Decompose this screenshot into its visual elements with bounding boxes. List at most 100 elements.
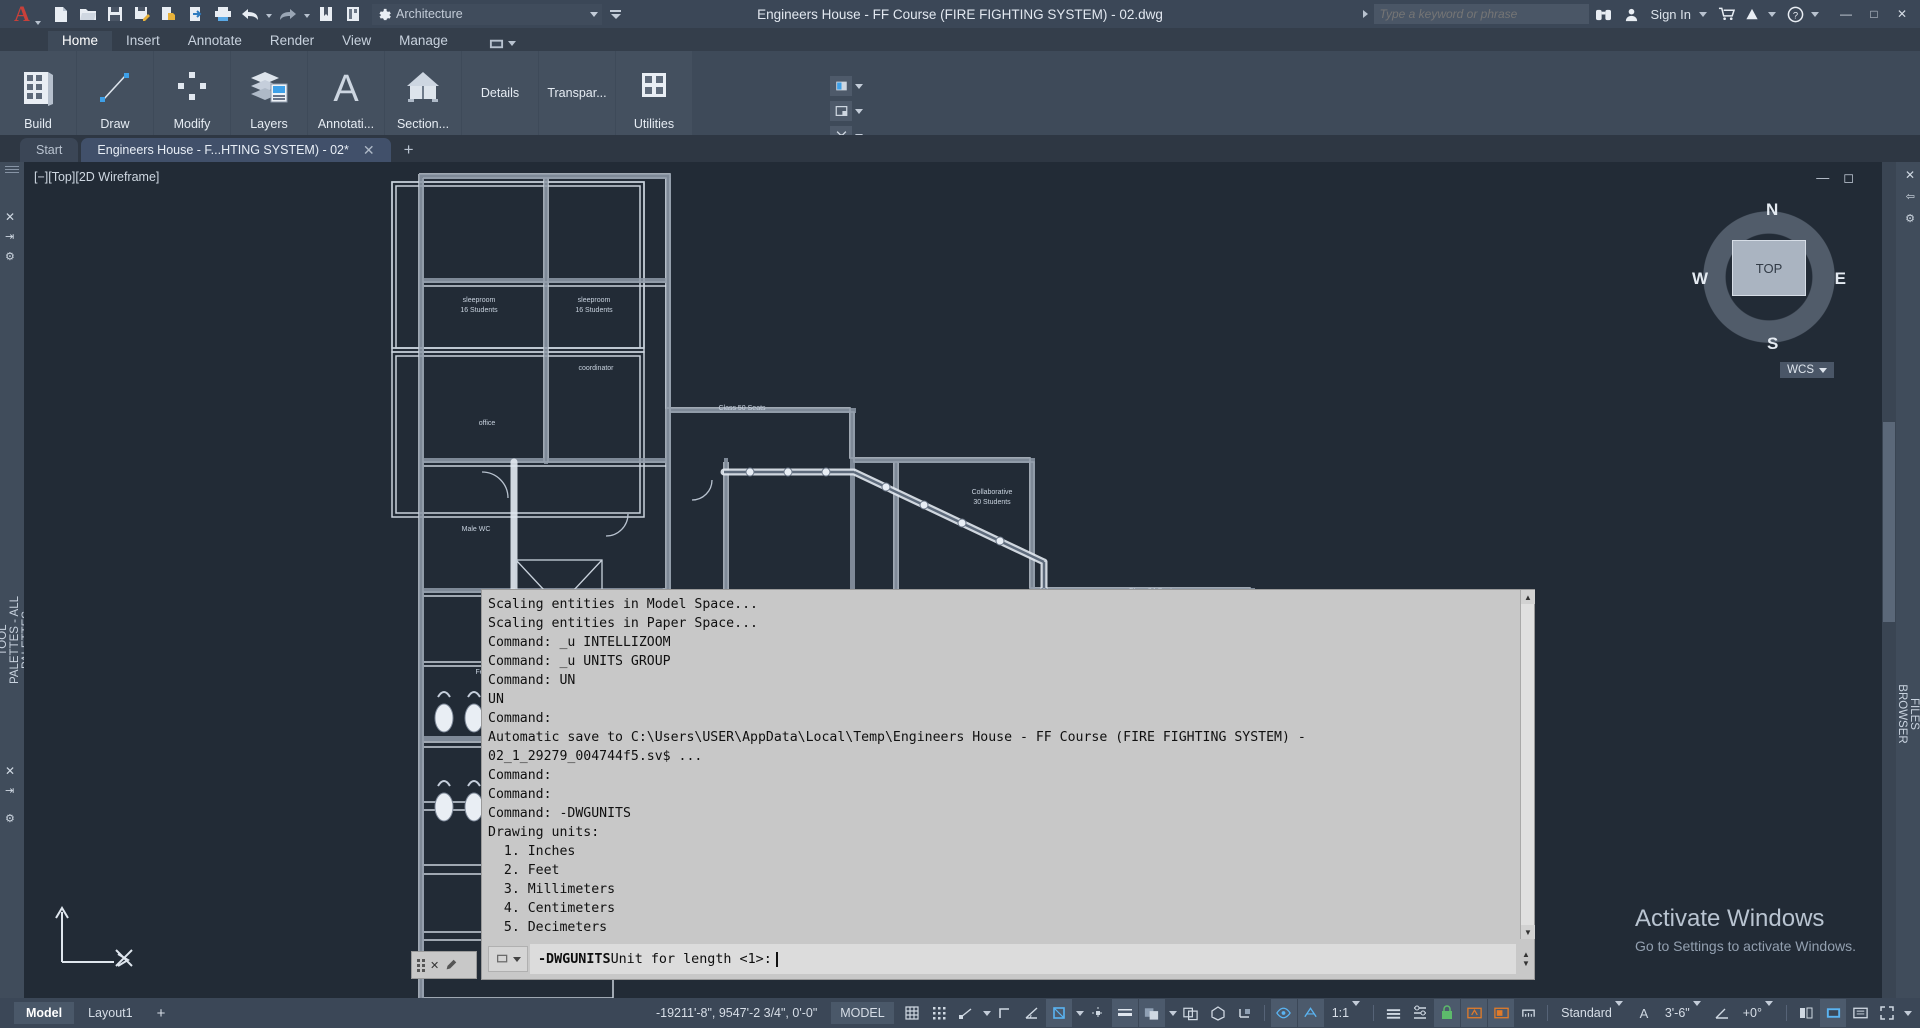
vertical-scrollbar-thumb[interactable]: [1883, 422, 1895, 622]
customization-icon[interactable]: [1407, 999, 1433, 1027]
isolate-icon[interactable]: [1793, 999, 1819, 1027]
tab-manage[interactable]: Manage: [385, 31, 462, 51]
angle-value[interactable]: +0°: [1736, 1001, 1780, 1020]
tab-view[interactable]: View: [328, 31, 385, 51]
palette-properties-icon[interactable]: ⚙: [5, 250, 15, 263]
autocad-logo-button[interactable]: A: [0, 0, 44, 28]
close-icon[interactable]: ✕: [430, 959, 439, 972]
layout1-tab[interactable]: Layout1: [76, 1002, 144, 1024]
customize-icon[interactable]: [444, 958, 458, 972]
compass-south-label[interactable]: S: [1767, 334, 1778, 354]
panel-draw[interactable]: Draw: [77, 51, 153, 135]
chevron-down-icon[interactable]: [1075, 1010, 1084, 1016]
snap-icon[interactable]: [926, 999, 952, 1027]
dynamic-ucs-icon[interactable]: [1232, 999, 1258, 1027]
chevron-down-icon[interactable]: [1811, 11, 1819, 17]
panel-details[interactable]: Details: [462, 51, 538, 135]
view-cube[interactable]: N S W E TOP: [1692, 200, 1846, 354]
sign-in-button[interactable]: Sign In: [1647, 7, 1695, 22]
workspace-selector[interactable]: Architecture: [372, 3, 602, 25]
doc-tab-drawing[interactable]: Engineers House - F...HTING SYSTEM) - 02…: [81, 138, 391, 162]
palette-grip[interactable]: [5, 166, 19, 173]
close-icon[interactable]: ✕: [5, 764, 15, 778]
chevron-down-icon[interactable]: [1904, 1010, 1912, 1016]
chevron-down-icon[interactable]: [1699, 11, 1707, 17]
save-icon[interactable]: [102, 2, 128, 26]
auto-hide-icon[interactable]: ⇥: [5, 230, 14, 243]
command-window[interactable]: Scaling entities in Model Space... Scali…: [481, 589, 1535, 980]
new-tab-button[interactable]: +: [394, 140, 424, 162]
ribbon-display-options-icon[interactable]: [488, 36, 505, 51]
project-navigator-icon[interactable]: [340, 2, 366, 26]
close-icon[interactable]: ✕: [1905, 168, 1915, 182]
undo-dropdown-icon[interactable]: [264, 2, 274, 26]
command-input[interactable]: -DWGUNITS Unit for length <1>:: [530, 944, 1516, 974]
save-as-icon[interactable]: [129, 2, 155, 26]
text-height-icon[interactable]: A: [1631, 999, 1657, 1027]
vertical-scrollbar[interactable]: [1882, 162, 1896, 998]
hardware-acceleration-icon[interactable]: [1820, 999, 1846, 1027]
coordinates-display[interactable]: -19211'-8", 9547'-2 3/4", 0'-0": [656, 1006, 831, 1020]
lineweight-icon[interactable]: [1111, 999, 1138, 1027]
isolate-objects-icon[interactable]: [1434, 999, 1461, 1027]
panel-annotation[interactable]: A Annotati...: [308, 51, 384, 135]
annotation-visibility-icon[interactable]: [1270, 999, 1297, 1027]
maximize-button[interactable]: □: [1860, 1, 1888, 27]
angle-icon[interactable]: [1709, 999, 1735, 1027]
view-item-0[interactable]: [830, 76, 890, 96]
close-icon[interactable]: ✕: [5, 210, 15, 224]
redo-icon[interactable]: [275, 2, 301, 26]
otrack-icon[interactable]: [1085, 999, 1111, 1027]
search-expand-icon[interactable]: [1358, 2, 1374, 26]
clean-screen-icon[interactable]: [1847, 999, 1873, 1027]
undo-icon[interactable]: [237, 2, 263, 26]
close-button[interactable]: ✕: [1888, 1, 1916, 27]
command-scrollbar[interactable]: ▲ ▼: [1520, 590, 1535, 939]
search-icon[interactable]: [1591, 2, 1617, 26]
tab-render[interactable]: Render: [256, 31, 328, 51]
polar-tracking-icon[interactable]: [1019, 999, 1045, 1027]
chevron-down-icon[interactable]: [1168, 1010, 1177, 1016]
palette-settings-icon[interactable]: ⚙: [5, 812, 15, 825]
clean-screen-toggle-icon[interactable]: [1488, 999, 1515, 1027]
view-item-1[interactable]: [830, 101, 890, 121]
command-history-scroll[interactable]: ▲ ▼: [1518, 944, 1534, 974]
hardware-accel-icon[interactable]: [1461, 999, 1488, 1027]
panel-layers[interactable]: Layers: [231, 51, 307, 135]
panel-build[interactable]: Build: [0, 51, 76, 135]
text-height-value[interactable]: 3'-6": [1658, 1001, 1708, 1020]
model-space-toggle[interactable]: MODEL: [831, 1002, 894, 1024]
auto-hide-icon[interactable]: ⇥: [5, 784, 14, 797]
panel-transparency[interactable]: Transpar...: [539, 51, 615, 135]
transparency-icon[interactable]: [1138, 999, 1165, 1027]
chevron-down-icon[interactable]: [855, 83, 863, 89]
close-icon[interactable]: ✕: [363, 142, 375, 159]
auto-hide-icon[interactable]: ⇦: [1906, 190, 1915, 203]
command-options-button[interactable]: [488, 946, 528, 972]
compass-east-label[interactable]: E: [1835, 269, 1846, 289]
fullscreen-icon[interactable]: [1874, 999, 1900, 1027]
help-icon[interactable]: ?: [1783, 2, 1807, 26]
osnap-icon[interactable]: [1045, 999, 1072, 1027]
selection-cycling-icon[interactable]: [1178, 999, 1204, 1027]
3d-osnap-icon[interactable]: [1205, 999, 1231, 1027]
qat-overflow-button[interactable]: [610, 9, 621, 19]
tab-home[interactable]: Home: [48, 31, 113, 51]
user-account-icon[interactable]: [1619, 2, 1645, 26]
new-icon[interactable]: [48, 2, 74, 26]
chevron-down-icon[interactable]: [982, 1010, 991, 1016]
tab-insert[interactable]: Insert: [112, 31, 174, 51]
model-tab[interactable]: Model: [14, 1002, 75, 1024]
tab-annotate[interactable]: Annotate: [174, 31, 256, 51]
chevron-down-icon[interactable]: [507, 41, 516, 46]
search-input[interactable]: [1373, 4, 1589, 24]
infocenter-search[interactable]: [1358, 2, 1589, 26]
workspace-switch-icon[interactable]: [1380, 999, 1406, 1027]
grid-icon[interactable]: [899, 999, 925, 1027]
ortho-icon[interactable]: [992, 999, 1018, 1027]
view-cube-top-face[interactable]: TOP: [1732, 240, 1806, 296]
scroll-up-icon[interactable]: ▲: [1521, 590, 1535, 604]
infer-constraints-icon[interactable]: [953, 999, 979, 1027]
chevron-down-icon[interactable]: [1768, 11, 1776, 17]
panel-utilities[interactable]: Utilities: [616, 51, 692, 135]
